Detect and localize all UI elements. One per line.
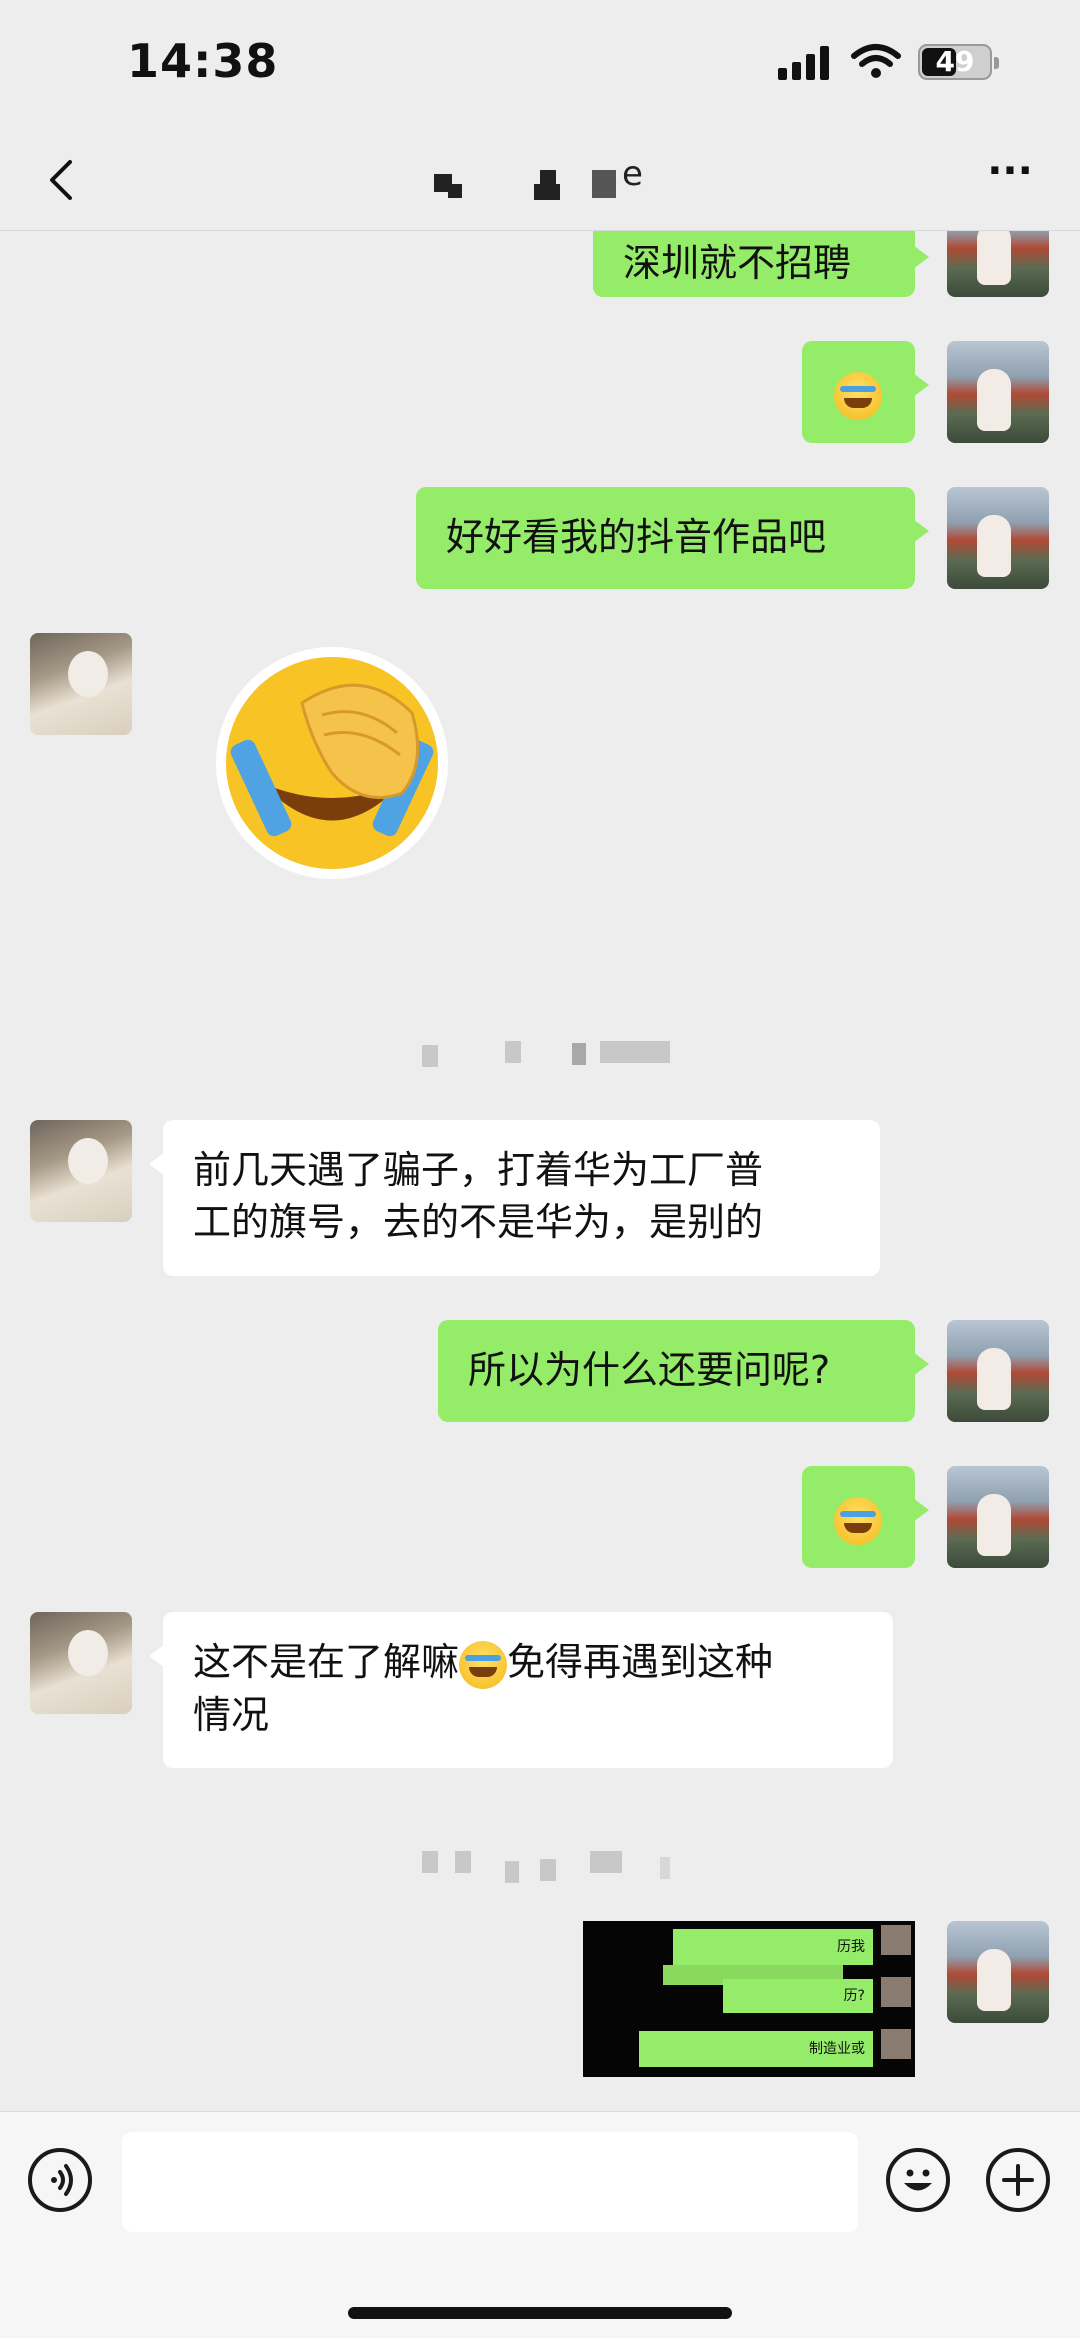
wifi-icon <box>851 44 901 78</box>
message-input[interactable] <box>122 2132 858 2232</box>
emoji-icon[interactable] <box>886 2148 950 2212</box>
image-snippet-bubble: 制造业或 <box>639 2031 873 2067</box>
my-avatar[interactable] <box>947 1921 1049 2023</box>
more-options-icon[interactable]: ··· <box>980 151 1040 206</box>
my-avatar[interactable] <box>947 1466 1049 1568</box>
message-row: 所以为什么还要问呢? <box>0 1320 1080 1424</box>
image-snippet-avatar <box>881 2029 911 2059</box>
my-message-bubble[interactable] <box>802 1466 929 1568</box>
message-row <box>0 1466 1080 1570</box>
contact-avatar[interactable] <box>30 1120 132 1222</box>
battery-level: 49 <box>935 45 975 78</box>
timestamp-redacted <box>0 1041 1080 1071</box>
my-avatar[interactable] <box>947 341 1049 443</box>
message-row <box>0 341 1080 445</box>
contact-avatar[interactable] <box>30 633 132 735</box>
chat-title-redacted: e <box>420 154 660 204</box>
cellular-signal-icon <box>778 44 834 80</box>
my-message-bubble[interactable]: 深圳就不招聘 <box>593 231 929 297</box>
voice-input-icon[interactable] <box>28 2148 92 2212</box>
my-message-bubble[interactable] <box>802 341 929 443</box>
message-row: 前几天遇了骗子，打着华为工厂普 工的旗号，去的不是华为，是别的 <box>0 1120 1080 1280</box>
status-bar: 14:38 49 <box>0 0 1080 130</box>
message-text: 好好看我的抖音作品吧 <box>446 515 827 559</box>
message-row: 这不是在了解嘛 免得再遇到这种 情况 <box>0 1612 1080 1772</box>
chat-title-suffix: e <box>622 154 643 194</box>
crying-laughing-emoji <box>459 1640 508 1689</box>
message-text: 免得再遇到这种 <box>507 1640 774 1684</box>
my-avatar[interactable] <box>947 1320 1049 1422</box>
message-list[interactable]: 深圳就不招聘 好好看我的抖音作品吧 前几天遇了骗子，打着华为工厂普 工的旗号，去… <box>0 231 1080 2111</box>
image-snippet-text: 历我 <box>837 1939 865 1955</box>
image-snippet-avatar <box>881 1977 911 2007</box>
image-snippet-avatar <box>881 1925 911 1955</box>
message-text: 深圳就不招聘 <box>623 241 852 285</box>
home-indicator[interactable] <box>348 2307 732 2319</box>
crying-laughing-emoji <box>834 1496 882 1545</box>
message-row <box>0 633 1080 883</box>
message-text: 这不是在了解嘛 <box>193 1640 460 1684</box>
message-row: 深圳就不招聘 <box>0 231 1080 333</box>
contact-message-bubble[interactable]: 前几天遇了骗子，打着华为工厂普 工的旗号，去的不是华为，是别的 <box>149 1120 880 1276</box>
message-text: 所以为什么还要问呢? <box>468 1348 831 1392</box>
message-text-line: 工的旗号，去的不是华为，是别的 <box>193 1200 764 1244</box>
my-message-bubble[interactable]: 好好看我的抖音作品吧 <box>416 487 929 589</box>
input-bar <box>0 2111 1080 2338</box>
back-chevron-icon[interactable] <box>34 150 94 210</box>
image-snippet-bubble: 历? <box>723 1979 873 2013</box>
timestamp-redacted <box>0 1851 1080 1883</box>
my-message-bubble[interactable]: 所以为什么还要问呢? <box>438 1320 929 1422</box>
crying-laughing-emoji <box>834 371 882 420</box>
message-text-line: 前几天遇了骗子，打着华为工厂普 <box>193 1148 764 1192</box>
status-time: 14:38 <box>127 34 279 88</box>
chat-header: e ··· <box>0 130 1080 231</box>
facepalm-laughing-emoji[interactable] <box>212 643 452 883</box>
battery-icon: 49 <box>918 44 999 80</box>
my-avatar[interactable] <box>947 231 1049 297</box>
plus-icon[interactable] <box>986 2148 1050 2212</box>
contact-message-bubble[interactable]: 这不是在了解嘛 免得再遇到这种 情况 <box>149 1612 893 1768</box>
screenshot-image-message[interactable]: 历我 历? 制造业或 <box>583 1921 915 2077</box>
image-snippet-bubble: 历我 <box>673 1929 873 1965</box>
image-snippet-text: 制造业或 <box>809 2041 865 2057</box>
message-text-line: 情况 <box>193 1692 270 1737</box>
message-row: 历我 历? 制造业或 <box>0 1921 1080 2081</box>
message-row: 好好看我的抖音作品吧 <box>0 487 1080 591</box>
my-avatar[interactable] <box>947 487 1049 589</box>
image-snippet-text: 历? <box>843 1988 865 2004</box>
contact-avatar[interactable] <box>30 1612 132 1714</box>
